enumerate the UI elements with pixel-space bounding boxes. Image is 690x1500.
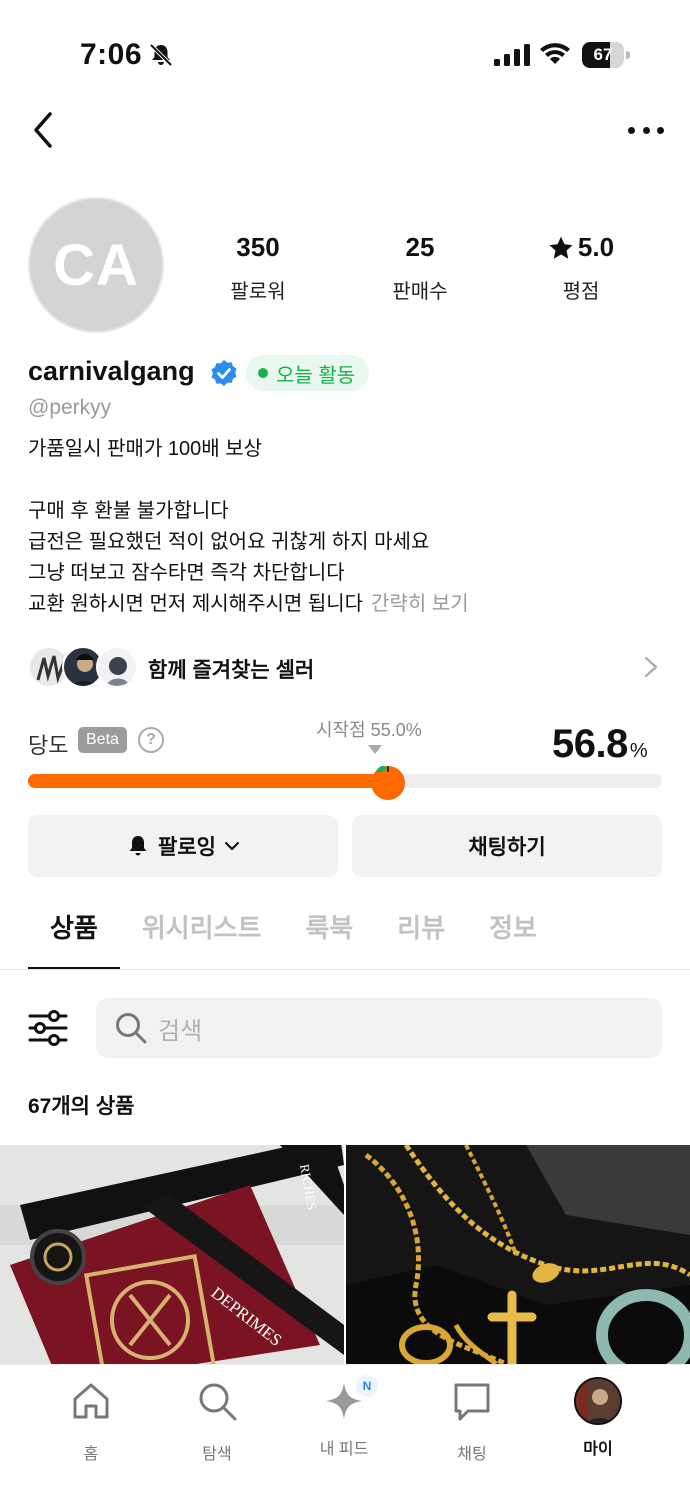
help-icon[interactable]: ? <box>138 727 164 753</box>
stat-label: 평점 <box>562 281 600 303</box>
sweetness-bar-fill <box>28 774 389 788</box>
nav-chat[interactable]: 채팅 <box>412 1379 532 1464</box>
chevron-right-icon <box>644 656 658 678</box>
stat-followers[interactable]: 350 팔로워 <box>188 232 328 304</box>
dot-icon <box>657 126 664 134</box>
stat-sales[interactable]: 25 판매수 <box>350 232 490 304</box>
status-time: 7:06 <box>80 38 143 71</box>
filter-icon[interactable] <box>28 1010 68 1046</box>
star-icon <box>549 236 573 259</box>
home-icon <box>73 1383 109 1419</box>
product-card[interactable]: DEPRIMES RICHES <box>0 1145 344 1364</box>
profile-avatar[interactable]: CA <box>28 197 164 333</box>
my-avatar <box>574 1377 622 1425</box>
profile-bio: 가품일시 판매가 100배 보상 구매 후 환불 불가합니다 급전은 필요했던 … <box>28 434 469 620</box>
bio-line: 교환 원하시면 먼저 제시해주시면 됩니다 <box>28 593 364 615</box>
tab-info[interactable]: 정보 <box>467 908 559 970</box>
profile-tabs: 상품 위시리스트 룩북 리뷰 정보 <box>28 908 559 970</box>
nav-label: 홈 <box>83 1446 99 1463</box>
nav-my-feed[interactable]: N 내 피드 <box>284 1375 404 1459</box>
nav-home[interactable]: 홈 <box>31 1379 151 1464</box>
tab-reviews[interactable]: 리뷰 <box>375 908 467 970</box>
search-input[interactable]: 검색 <box>96 998 662 1058</box>
dot-icon <box>642 126 650 134</box>
sweetness-number: 56.8 <box>552 722 628 766</box>
more-options-button[interactable] <box>624 114 668 146</box>
active-today-badge: 오늘 활동 <box>246 355 370 391</box>
bottom-navigation: 홈 탐색 N 내 피드 채팅 마이 <box>0 1364 690 1500</box>
nav-label: 채팅 <box>457 1446 487 1463</box>
sweetness-bar <box>28 774 662 788</box>
sweetness-label: 당도 <box>28 733 69 758</box>
bell-off-icon <box>149 43 173 67</box>
nav-explore[interactable]: 탐색 <box>157 1379 277 1464</box>
sweetness-unit: % <box>629 740 648 762</box>
favorite-sellers-label: 함께 즐겨찾는 셀러 <box>148 659 315 682</box>
nav-label: 탐색 <box>202 1446 232 1463</box>
tab-lookbook[interactable]: 룩북 <box>283 908 375 970</box>
product-image <box>346 1145 690 1364</box>
favorite-sellers-row[interactable]: 함께 즐겨찾는 셀러 <box>28 644 662 690</box>
sweetness-value: 56.8% <box>552 722 648 767</box>
search-icon <box>116 1013 147 1044</box>
user-handle: @perkyy <box>28 396 112 419</box>
back-button[interactable] <box>26 108 66 152</box>
battery-percent: 67 <box>593 45 613 64</box>
product-count: 67개의 상품 <box>28 1095 135 1118</box>
start-point-label: 시작점 55.0% <box>316 720 422 740</box>
stat-value: 25 <box>405 232 435 262</box>
bell-icon <box>129 836 147 856</box>
active-badge-label: 오늘 활동 <box>276 364 356 387</box>
start-point-marker-icon <box>368 745 382 754</box>
new-badge: N <box>356 1375 378 1397</box>
seller-avatar <box>96 646 138 688</box>
dot-icon <box>628 126 635 134</box>
tab-wishlist[interactable]: 위시리스트 <box>120 908 284 970</box>
bio-line: 그냥 떠보고 잠수타면 즉각 차단합니다 <box>28 562 345 584</box>
active-dot-icon <box>258 368 268 378</box>
verified-badge-icon <box>211 360 237 386</box>
chat-icon <box>454 1383 490 1421</box>
bio-line <box>28 465 469 496</box>
stat-label: 판매수 <box>392 281 448 303</box>
search-icon <box>199 1383 237 1421</box>
start-chat-button[interactable]: 채팅하기 <box>352 815 662 877</box>
beta-badge: Beta <box>78 727 127 753</box>
wifi-icon <box>540 43 570 64</box>
peach-icon <box>371 765 406 800</box>
stat-value: 5.0 <box>577 232 615 262</box>
product-card[interactable] <box>346 1145 690 1364</box>
bio-line: 급전은 필요했던 적이 없어요 귀찮게 하지 마세요 <box>28 531 430 553</box>
following-button[interactable]: 팔로잉 <box>28 815 338 877</box>
stat-value: 350 <box>236 232 280 262</box>
tabs-divider <box>0 969 690 970</box>
nav-label: 내 피드 <box>319 1441 369 1458</box>
nav-my[interactable]: 마이 <box>538 1377 658 1459</box>
following-label: 팔로잉 <box>158 836 216 859</box>
bio-line: 구매 후 환불 불가합니다 <box>28 500 229 522</box>
product-image: DEPRIMES RICHES <box>0 1145 344 1364</box>
signal-icon <box>494 44 530 66</box>
stat-rating[interactable]: 5.0 평점 <box>511 232 651 304</box>
stat-label: 팔로워 <box>230 281 286 303</box>
battery-icon: 67 <box>582 42 630 68</box>
collapse-bio-link[interactable]: 간략히 보기 <box>371 593 469 615</box>
username: carnivalgang <box>28 356 195 386</box>
nav-label: 마이 <box>583 1441 613 1458</box>
search-placeholder: 검색 <box>158 1017 203 1045</box>
bio-line: 가품일시 판매가 100배 보상 <box>28 438 263 460</box>
chevron-down-icon <box>224 841 240 851</box>
tab-products[interactable]: 상품 <box>28 908 120 970</box>
